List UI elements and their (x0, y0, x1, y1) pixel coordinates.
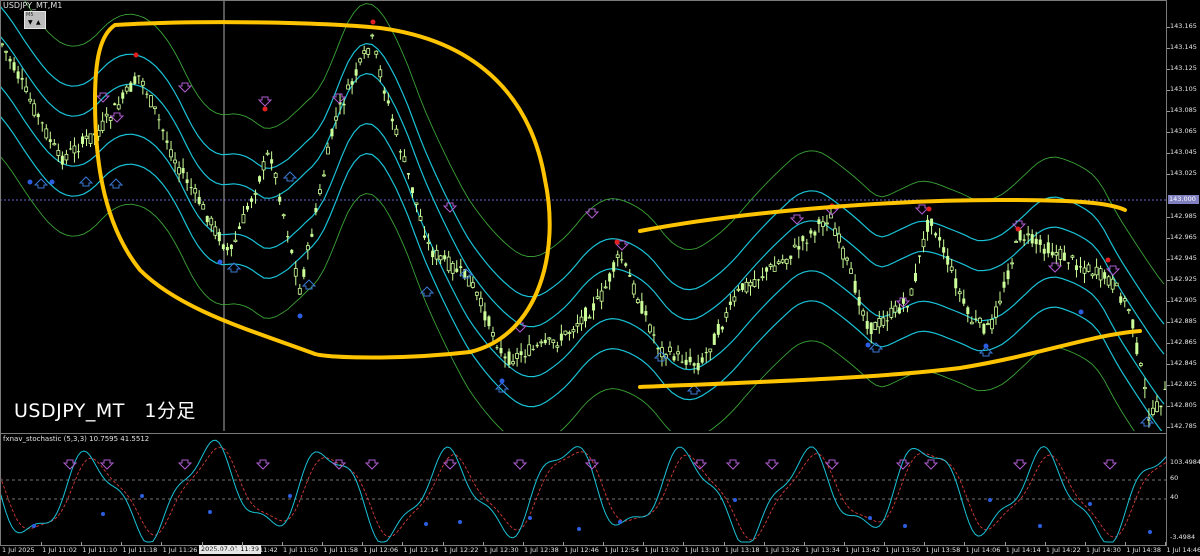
price-tick-label: 143.145 (1170, 43, 1197, 52)
time-tick-label: 1 Jul 11:42 (242, 546, 278, 554)
time-tick-label: 1 Jul 13:58 (925, 546, 961, 554)
price-tick-label: 143.065 (1170, 127, 1197, 136)
time-tick-label: 1 Jul 14:38 (1126, 546, 1162, 554)
price-tick-label: 142.785 (1170, 422, 1197, 431)
current-price-label: 143.000 (1168, 195, 1199, 204)
time-tick-label: 1 Jul 11:26 (162, 546, 198, 554)
time-tick-label: 1 Jul 12:06 (363, 546, 399, 554)
time-tick-label: 1 Jul 12:46 (564, 546, 599, 554)
time-tick-label: 1 Jul 12:38 (523, 546, 559, 554)
stochastic-tick-label: -3.4984 (1170, 533, 1196, 541)
time-tick-label: 1 Jul 13:18 (724, 546, 760, 554)
pane-border (0, 0, 1167, 546)
time-tick-label: 1 Jul 13:26 (764, 546, 800, 554)
price-tick-label: 143.165 (1170, 22, 1197, 30)
time-tick-label: 1 Jul 13:34 (805, 546, 840, 554)
time-tick-label: 1 Jul 14:14 (1005, 546, 1041, 554)
stochastic-tick-label: 40 (1170, 493, 1179, 501)
stochastic-tick-label: 103.4984 (1170, 458, 1200, 466)
time-tick-label: 1 Jul 14:30 (1086, 546, 1121, 554)
time-tick-label: 1 Jul 14:46 (1166, 546, 1200, 554)
time-tick-label: 1 Jul 13:02 (644, 546, 680, 554)
time-tick-label: 1 Jul 11:58 (323, 546, 359, 554)
price-tick-label: 142.965 (1170, 232, 1197, 241)
price-axis[interactable]: 143.000 143.165 143.145 143.125 143.105 143.… (1167, 0, 1200, 546)
time-tick-label: 1 Jul 2025 (2, 546, 35, 554)
time-tick-label: 1 Jul 11:18 (122, 546, 158, 554)
price-tick-label: 142.985 (1170, 211, 1197, 220)
time-tick-label: 1 Jul 13:50 (885, 546, 921, 554)
time-tick-label: 1 Jul 12:22 (443, 546, 479, 554)
time-tick-label: 1 Jul 11:10 (82, 546, 118, 554)
chart-window[interactable]: USDJPY_MT,M1 M5 ▼ ▲ USDJPY_MT 1分足 fxnav_… (0, 0, 1200, 556)
time-tick-label: 1 Jul 14:06 (965, 546, 1001, 554)
stochastic-tick-label: 60 (1170, 474, 1179, 482)
time-tick-label: 1 Jul 14:22 (1045, 546, 1081, 554)
price-tick-label: 142.925 (1170, 274, 1197, 283)
time-tick-label: 1 Jul 11:02 (42, 546, 77, 554)
time-tick-label: 1 Jul 13:42 (845, 546, 880, 554)
price-tick-label: 143.125 (1170, 64, 1197, 73)
time-axis[interactable]: 2025.07.01 11:39 1 Jul 2025 1 Jul 11:02 1 … (0, 542, 1200, 556)
price-tick-label: 142.825 (1170, 380, 1197, 389)
price-tick-label: 142.905 (1170, 295, 1197, 304)
price-tick-label: 143.025 (1170, 169, 1197, 178)
price-tick-label: 142.945 (1170, 253, 1197, 262)
time-tick-label: 1 Jul 12:30 (483, 546, 519, 554)
price-tick-label: 142.805 (1170, 401, 1197, 410)
time-tick-label: 1 Jul 13:10 (684, 546, 720, 554)
time-tick-label: 1 Jul 12:54 (604, 546, 640, 554)
price-tick-label: 142.885 (1170, 316, 1197, 325)
time-tick-label: 1 Jul 11:34 (202, 546, 238, 554)
price-tick-label: 143.085 (1170, 106, 1197, 115)
price-tick-label: 143.105 (1170, 85, 1197, 94)
time-tick-label: 1 Jul 11:50 (283, 546, 318, 554)
price-tick-label: 142.865 (1170, 337, 1197, 346)
price-tick-label: 142.845 (1170, 358, 1197, 367)
time-tick-label: 1 Jul 12:14 (403, 546, 439, 554)
price-tick-label: 143.045 (1170, 148, 1197, 157)
